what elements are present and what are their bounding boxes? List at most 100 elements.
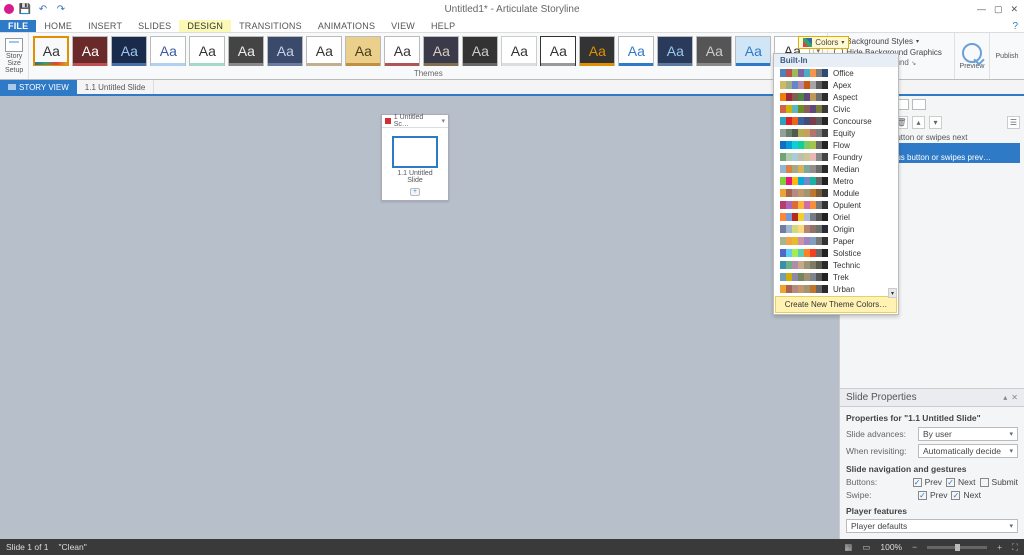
- theme-thumb-18[interactable]: Aa: [735, 36, 771, 66]
- scene-header[interactable]: 1 Untitled Sc… ▾: [382, 115, 448, 128]
- swipe-next-checkbox[interactable]: [951, 491, 960, 500]
- color-scheme-solstice[interactable]: Solstice: [774, 247, 898, 259]
- zoom-slider[interactable]: [927, 546, 987, 549]
- panel-collapse-icon[interactable]: ▴: [1003, 393, 1007, 402]
- revisiting-label: When revisiting:: [846, 446, 914, 456]
- publish-button[interactable]: Publish: [989, 33, 1024, 79]
- slide-tab[interactable]: 1.1 Untitled Slide: [77, 80, 154, 94]
- zoom-in-icon[interactable]: +: [997, 542, 1002, 552]
- tab-slides[interactable]: SLIDES: [130, 20, 179, 32]
- story-size-button[interactable]: Story Size Setup: [0, 33, 29, 79]
- story-view-tab[interactable]: STORY VIEW: [0, 80, 77, 94]
- tab-home[interactable]: HOME: [36, 20, 80, 32]
- save-button[interactable]: 💾: [18, 2, 32, 16]
- theme-thumb-2[interactable]: Aa: [111, 36, 147, 66]
- buttons-submit-checkbox[interactable]: [980, 478, 989, 487]
- color-scheme-median[interactable]: Median: [774, 163, 898, 175]
- color-scheme-module[interactable]: Module: [774, 187, 898, 199]
- color-scheme-civic[interactable]: Civic: [774, 103, 898, 115]
- flag-icon: [385, 118, 391, 124]
- theme-thumb-14[interactable]: Aa: [579, 36, 615, 66]
- color-scheme-aspect[interactable]: Aspect: [774, 91, 898, 103]
- zoom-level[interactable]: 100%: [880, 542, 902, 552]
- color-scheme-origin[interactable]: Origin: [774, 223, 898, 235]
- theme-thumb-7[interactable]: Aa: [306, 36, 342, 66]
- theme-thumb-3[interactable]: Aa: [150, 36, 186, 66]
- scene-menu-icon[interactable]: ▾: [441, 117, 445, 125]
- colors-button[interactable]: Colors▾: [798, 36, 849, 49]
- scene-card[interactable]: 1 Untitled Sc… ▾ 1.1 Untitled Slide +: [381, 114, 449, 201]
- undo-button[interactable]: ↶: [36, 2, 50, 16]
- status-bar: Slide 1 of 1 "Clean" ▦ ▭ 100% − + ⛶: [0, 539, 1024, 555]
- nav-gestures-heading: Slide navigation and gestures: [846, 464, 1018, 474]
- color-scheme-paper[interactable]: Paper: [774, 235, 898, 247]
- colors-dd-scroll-down[interactable]: ▾: [888, 288, 897, 298]
- background-styles-button[interactable]: Background Styles▾: [834, 36, 948, 47]
- preview-button[interactable]: Preview: [954, 33, 989, 79]
- revisiting-select[interactable]: Automatically decide: [918, 444, 1018, 458]
- slide-properties-body: Properties for "1.1 Untitled Slide" Slid…: [840, 407, 1024, 539]
- tab-animations[interactable]: ANIMATIONS: [310, 20, 383, 32]
- add-slide-button[interactable]: +: [410, 188, 420, 196]
- color-scheme-urban[interactable]: Urban: [774, 283, 898, 295]
- buttons-next-checkbox[interactable]: [946, 478, 955, 487]
- colors-swatch-icon: [803, 38, 812, 47]
- color-scheme-concourse[interactable]: Concourse: [774, 115, 898, 127]
- zoom-out-icon[interactable]: −: [912, 542, 917, 552]
- tab-file[interactable]: FILE: [0, 20, 36, 32]
- slide-properties-header[interactable]: Slide Properties ▴✕: [840, 388, 1024, 407]
- triggers-vars-icon[interactable]: ☰: [1007, 116, 1020, 129]
- theme-thumb-10[interactable]: Aa: [423, 36, 459, 66]
- redo-button[interactable]: ↷: [54, 2, 68, 16]
- slide-thumbnail[interactable]: [392, 136, 438, 168]
- color-scheme-office[interactable]: Office: [774, 67, 898, 79]
- theme-thumb-1[interactable]: Aa: [72, 36, 108, 66]
- panel-close-icon[interactable]: ✕: [1011, 393, 1018, 402]
- color-scheme-opulent[interactable]: Opulent: [774, 199, 898, 211]
- theme-thumb-16[interactable]: Aa: [657, 36, 693, 66]
- color-scheme-oriel[interactable]: Oriel: [774, 211, 898, 223]
- theme-thumb-5[interactable]: Aa: [228, 36, 264, 66]
- ribbon-tabs: FILE HOME INSERT SLIDES DESIGN TRANSITIO…: [0, 18, 1024, 32]
- triggers-up-icon[interactable]: ▴: [912, 116, 925, 129]
- theme-thumb-15[interactable]: Aa: [618, 36, 654, 66]
- player-features-select[interactable]: Player defaults: [846, 519, 1018, 533]
- maximize-button[interactable]: ▢: [994, 4, 1003, 15]
- triggers-down-icon[interactable]: ▾: [929, 116, 942, 129]
- color-scheme-trek[interactable]: Trek: [774, 271, 898, 283]
- theme-thumb-11[interactable]: Aa: [462, 36, 498, 66]
- fit-window-icon[interactable]: ⛶: [1012, 542, 1018, 553]
- tab-transitions[interactable]: TRANSITIONS: [231, 20, 310, 32]
- minimize-button[interactable]: —: [977, 4, 986, 15]
- color-scheme-foundry[interactable]: Foundry: [774, 151, 898, 163]
- create-new-theme-colors[interactable]: Create New Theme Colors…: [775, 296, 897, 313]
- tab-view[interactable]: VIEW: [383, 20, 423, 32]
- story-canvas[interactable]: 1 Untitled Sc… ▾ 1.1 Untitled Slide +: [0, 96, 839, 539]
- device-phone-p-tab[interactable]: [912, 99, 926, 110]
- buttons-prev-checkbox[interactable]: [913, 478, 922, 487]
- theme-thumb-0[interactable]: Aa: [33, 36, 69, 66]
- properties-for-label: Properties for "1.1 Untitled Slide": [846, 413, 1018, 423]
- help-icon[interactable]: ?: [1012, 21, 1018, 32]
- theme-thumb-6[interactable]: Aa: [267, 36, 303, 66]
- theme-thumb-4[interactable]: Aa: [189, 36, 225, 66]
- color-scheme-flow[interactable]: Flow: [774, 139, 898, 151]
- view-normal-icon[interactable]: ▦: [844, 542, 852, 553]
- theme-thumb-12[interactable]: Aa: [501, 36, 537, 66]
- color-scheme-metro[interactable]: Metro: [774, 175, 898, 187]
- color-scheme-technic[interactable]: Technic: [774, 259, 898, 271]
- tab-design[interactable]: DESIGN: [179, 20, 231, 32]
- color-scheme-apex[interactable]: Apex: [774, 79, 898, 91]
- status-slide-count: Slide 1 of 1: [6, 542, 49, 552]
- tab-help[interactable]: HELP: [423, 20, 463, 32]
- theme-thumb-9[interactable]: Aa: [384, 36, 420, 66]
- tab-insert[interactable]: INSERT: [80, 20, 130, 32]
- color-scheme-equity[interactable]: Equity: [774, 127, 898, 139]
- theme-thumb-8[interactable]: Aa: [345, 36, 381, 66]
- theme-thumb-13[interactable]: Aa: [540, 36, 576, 66]
- swipe-prev-checkbox[interactable]: [918, 491, 927, 500]
- advances-select[interactable]: By user: [918, 427, 1018, 441]
- view-slide-icon[interactable]: ▭: [862, 542, 870, 553]
- theme-thumb-17[interactable]: Aa: [696, 36, 732, 66]
- close-button[interactable]: ✕: [1010, 4, 1018, 15]
